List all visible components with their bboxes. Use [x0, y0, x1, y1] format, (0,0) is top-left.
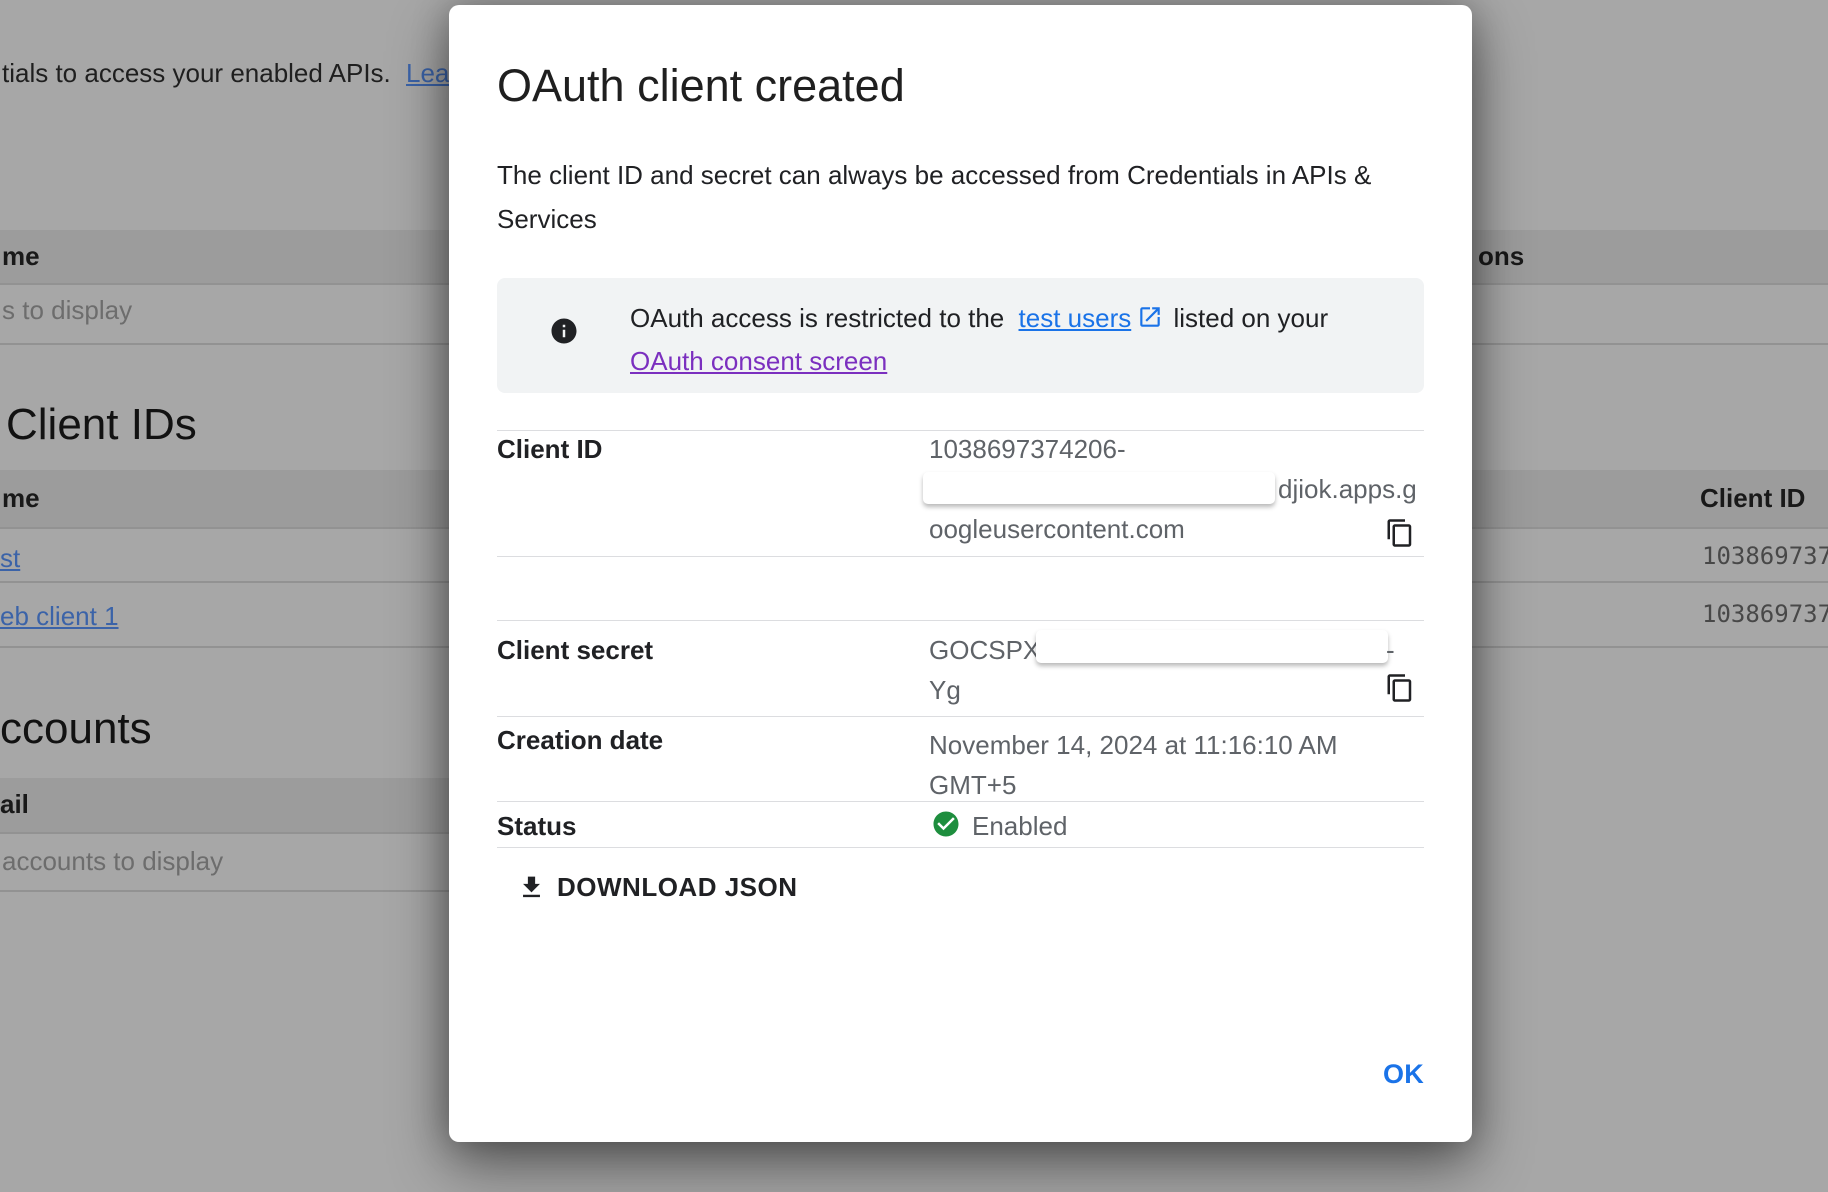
name-column-header: me: [2, 241, 40, 272]
copy-client-secret-button[interactable]: [1385, 673, 1415, 703]
divider: [0, 832, 452, 834]
test-users-link[interactable]: test users: [1019, 303, 1132, 333]
download-json-label: DOWNLOAD JSON: [557, 872, 798, 903]
divider: [497, 620, 1424, 621]
external-link-icon: [1137, 304, 1163, 330]
client-id-value-line3: oogleusercontent.com: [929, 514, 1185, 545]
divider: [1472, 581, 1828, 583]
notice-text: OAuth access is restricted to the test u…: [630, 297, 1410, 383]
divider: [497, 430, 1424, 431]
divider: [1472, 646, 1828, 648]
client-id-label: Client ID: [497, 434, 602, 465]
divider: [0, 890, 452, 892]
download-icon: [517, 873, 546, 902]
divider: [497, 801, 1424, 802]
check-circle-icon: [931, 809, 961, 839]
client-id-value-line1: 1038697374206-: [929, 434, 1126, 465]
api-keys-empty-row: s to display: [2, 295, 132, 326]
service-accounts-header-band: ail: [0, 778, 452, 832]
oauth-header-band-right: Client ID: [1472, 470, 1828, 527]
oauth-client-created-dialog: OAuth client created The client ID and s…: [449, 5, 1472, 1142]
notice-text-before: OAuth access is restricted to the: [630, 303, 1004, 333]
oauth-clients-heading: Client IDs: [6, 400, 197, 450]
status-value: Enabled: [972, 811, 1067, 842]
client-id-column-header: Client ID: [1700, 483, 1805, 514]
divider: [1472, 527, 1828, 529]
api-keys-header-band-right: ons: [1472, 230, 1828, 283]
service-accounts-heading: ccounts: [0, 704, 152, 754]
actions-column-header: ons: [1478, 241, 1524, 272]
client-id-cell: 1038697374: [1702, 600, 1828, 628]
divider: [497, 716, 1424, 717]
intro-text: tials to access your enabled APIs. Lear: [2, 58, 458, 89]
oauth-client-link[interactable]: eb client 1: [0, 601, 119, 631]
divider: [0, 343, 452, 345]
client-id-value-line2: djiok.apps.g: [1278, 474, 1417, 505]
client-secret-suffix: -: [1386, 635, 1395, 666]
divider: [1472, 283, 1828, 285]
divider: [0, 581, 452, 583]
creation-date-label: Creation date: [497, 725, 663, 756]
copy-icon: [1385, 518, 1415, 548]
api-keys-header-band: me: [0, 230, 452, 283]
notice-text-after: listed on your: [1173, 303, 1328, 333]
table-row: eb client 1: [0, 601, 119, 632]
download-json-button[interactable]: DOWNLOAD JSON: [507, 861, 808, 913]
divider: [0, 646, 452, 648]
info-icon: [549, 316, 579, 346]
ok-button[interactable]: OK: [1367, 1049, 1440, 1100]
oauth-header-band: me: [0, 470, 452, 527]
divider: [497, 847, 1424, 848]
intro-text-fragment: tials to access your enabled APIs.: [2, 58, 391, 88]
copy-client-id-button[interactable]: [1385, 518, 1415, 548]
notice-box: OAuth access is restricted to the test u…: [497, 278, 1424, 393]
service-accounts-empty-row: accounts to display: [2, 846, 223, 877]
redaction-overlay: [923, 472, 1275, 504]
redaction-overlay: [1036, 630, 1388, 663]
status-label: Status: [497, 811, 576, 842]
client-secret-prefix: GOCSPX-: [929, 635, 1049, 666]
divider: [1472, 343, 1828, 345]
email-column-header: ail: [0, 789, 29, 820]
client-id-cell: 1038697374: [1702, 542, 1828, 570]
client-secret-line2: Yg: [929, 675, 961, 706]
dialog-title: OAuth client created: [497, 60, 905, 112]
divider: [0, 283, 452, 285]
name-column-header: me: [2, 483, 40, 514]
divider: [0, 527, 452, 529]
copy-icon: [1385, 673, 1415, 703]
consent-screen-link[interactable]: OAuth consent screen: [630, 340, 1410, 383]
dialog-subtitle: The client ID and secret can always be a…: [497, 153, 1447, 241]
client-secret-label: Client secret: [497, 635, 653, 666]
divider: [497, 556, 1424, 557]
creation-date-value: November 14, 2024 at 11:16:10 AM GMT+5: [929, 725, 1364, 805]
oauth-client-link[interactable]: st: [0, 543, 20, 573]
screen: tials to access your enabled APIs. Lear …: [0, 0, 1828, 1192]
table-row: st: [0, 543, 20, 574]
